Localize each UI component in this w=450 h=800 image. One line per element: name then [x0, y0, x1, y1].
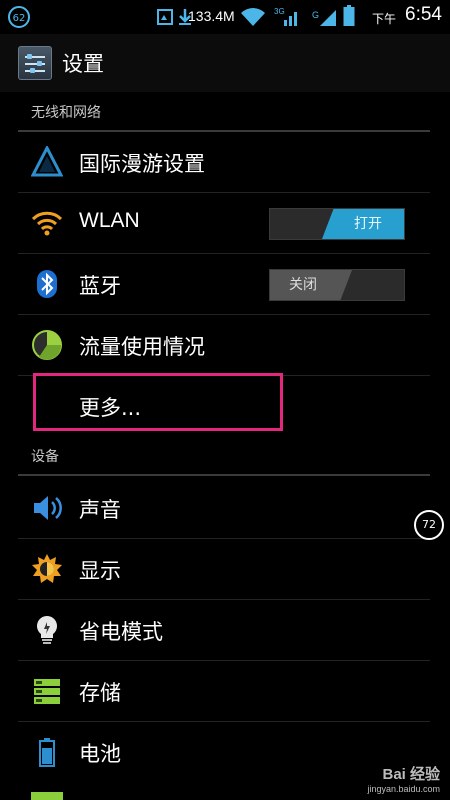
list-item-bluetooth[interactable]: 蓝牙 关闭	[0, 254, 450, 315]
list-item-label: 显示	[79, 559, 121, 583]
roaming-triangle-icon	[31, 146, 63, 177]
svg-text:3G: 3G	[274, 7, 285, 16]
signal-icon: G	[312, 10, 336, 26]
next-item-edge	[31, 792, 63, 800]
action-bar: 设置	[0, 34, 450, 92]
bluetooth-icon	[37, 270, 57, 298]
list-item-label: 蓝牙	[79, 274, 121, 298]
battery-icon	[39, 738, 55, 767]
list-item-power-saving[interactable]: 省电模式	[0, 600, 450, 661]
ampm-label: 下午	[371, 12, 396, 26]
list-item-label: 声音	[79, 498, 121, 522]
brightness-icon	[32, 554, 62, 583]
page-title: 设置	[62, 52, 104, 76]
toggle-off-label: 关闭	[270, 270, 352, 300]
list-item-data-usage[interactable]: 流量使用情况	[0, 315, 450, 376]
section-label: 无线和网络	[31, 105, 101, 121]
list-item-label: 省电模式	[79, 620, 163, 644]
battery-icon	[343, 5, 355, 26]
wifi-icon	[31, 211, 63, 236]
list-item-label: 流量使用情况	[79, 335, 205, 359]
list-item-sound[interactable]: 声音	[0, 478, 450, 539]
svg-text:G: G	[312, 10, 319, 20]
list-item-label: WLAN	[79, 209, 140, 232]
list-item-roaming[interactable]: 国际漫游设置	[0, 132, 450, 193]
watermark-logo: Bai 经验	[382, 766, 440, 783]
highlight-annotation	[33, 373, 283, 431]
wlan-toggle[interactable]: 打开	[269, 208, 405, 240]
list-item-label: 电池	[79, 742, 121, 766]
section-divider	[18, 474, 430, 476]
screenshot-icon	[157, 9, 173, 25]
bluetooth-toggle[interactable]: 关闭	[269, 269, 405, 301]
list-item-wlan[interactable]: WLAN 打开	[0, 193, 450, 254]
settings-screen: 62 133.4M 3G G 下午 6:54 设置 无线和网络 国际漫游设置 W…	[0, 0, 450, 800]
list-item-label: 存储	[79, 681, 121, 705]
list-item-display[interactable]: 显示	[0, 539, 450, 600]
floating-counter-badge[interactable]: 72	[414, 510, 444, 540]
list-item-storage[interactable]: 存储	[0, 661, 450, 722]
clock: 6:54	[405, 4, 442, 25]
data-usage-icon	[32, 330, 62, 360]
list-item-label: 国际漫游设置	[79, 152, 205, 176]
section-header-wireless: 无线和网络	[0, 96, 450, 134]
toggle-on-label: 打开	[322, 209, 404, 239]
settings-sliders-icon[interactable]	[18, 46, 52, 80]
network-speed: 133.4M	[188, 8, 235, 24]
section-header-device: 设备	[0, 440, 450, 478]
notification-count-badge: 62	[8, 6, 30, 28]
speaker-icon	[34, 496, 62, 520]
lightbulb-icon	[37, 616, 57, 644]
storage-icon	[34, 679, 60, 704]
watermark-url: jingyan.baidu.com	[367, 784, 440, 794]
watermark: Bai 经验 jingyan.baidu.com	[367, 763, 440, 794]
status-bar: 62 133.4M 3G G 下午 6:54	[0, 0, 450, 34]
wifi-icon	[241, 8, 265, 26]
section-label: 设备	[31, 449, 59, 465]
3g-icon: 3G	[274, 7, 297, 26]
